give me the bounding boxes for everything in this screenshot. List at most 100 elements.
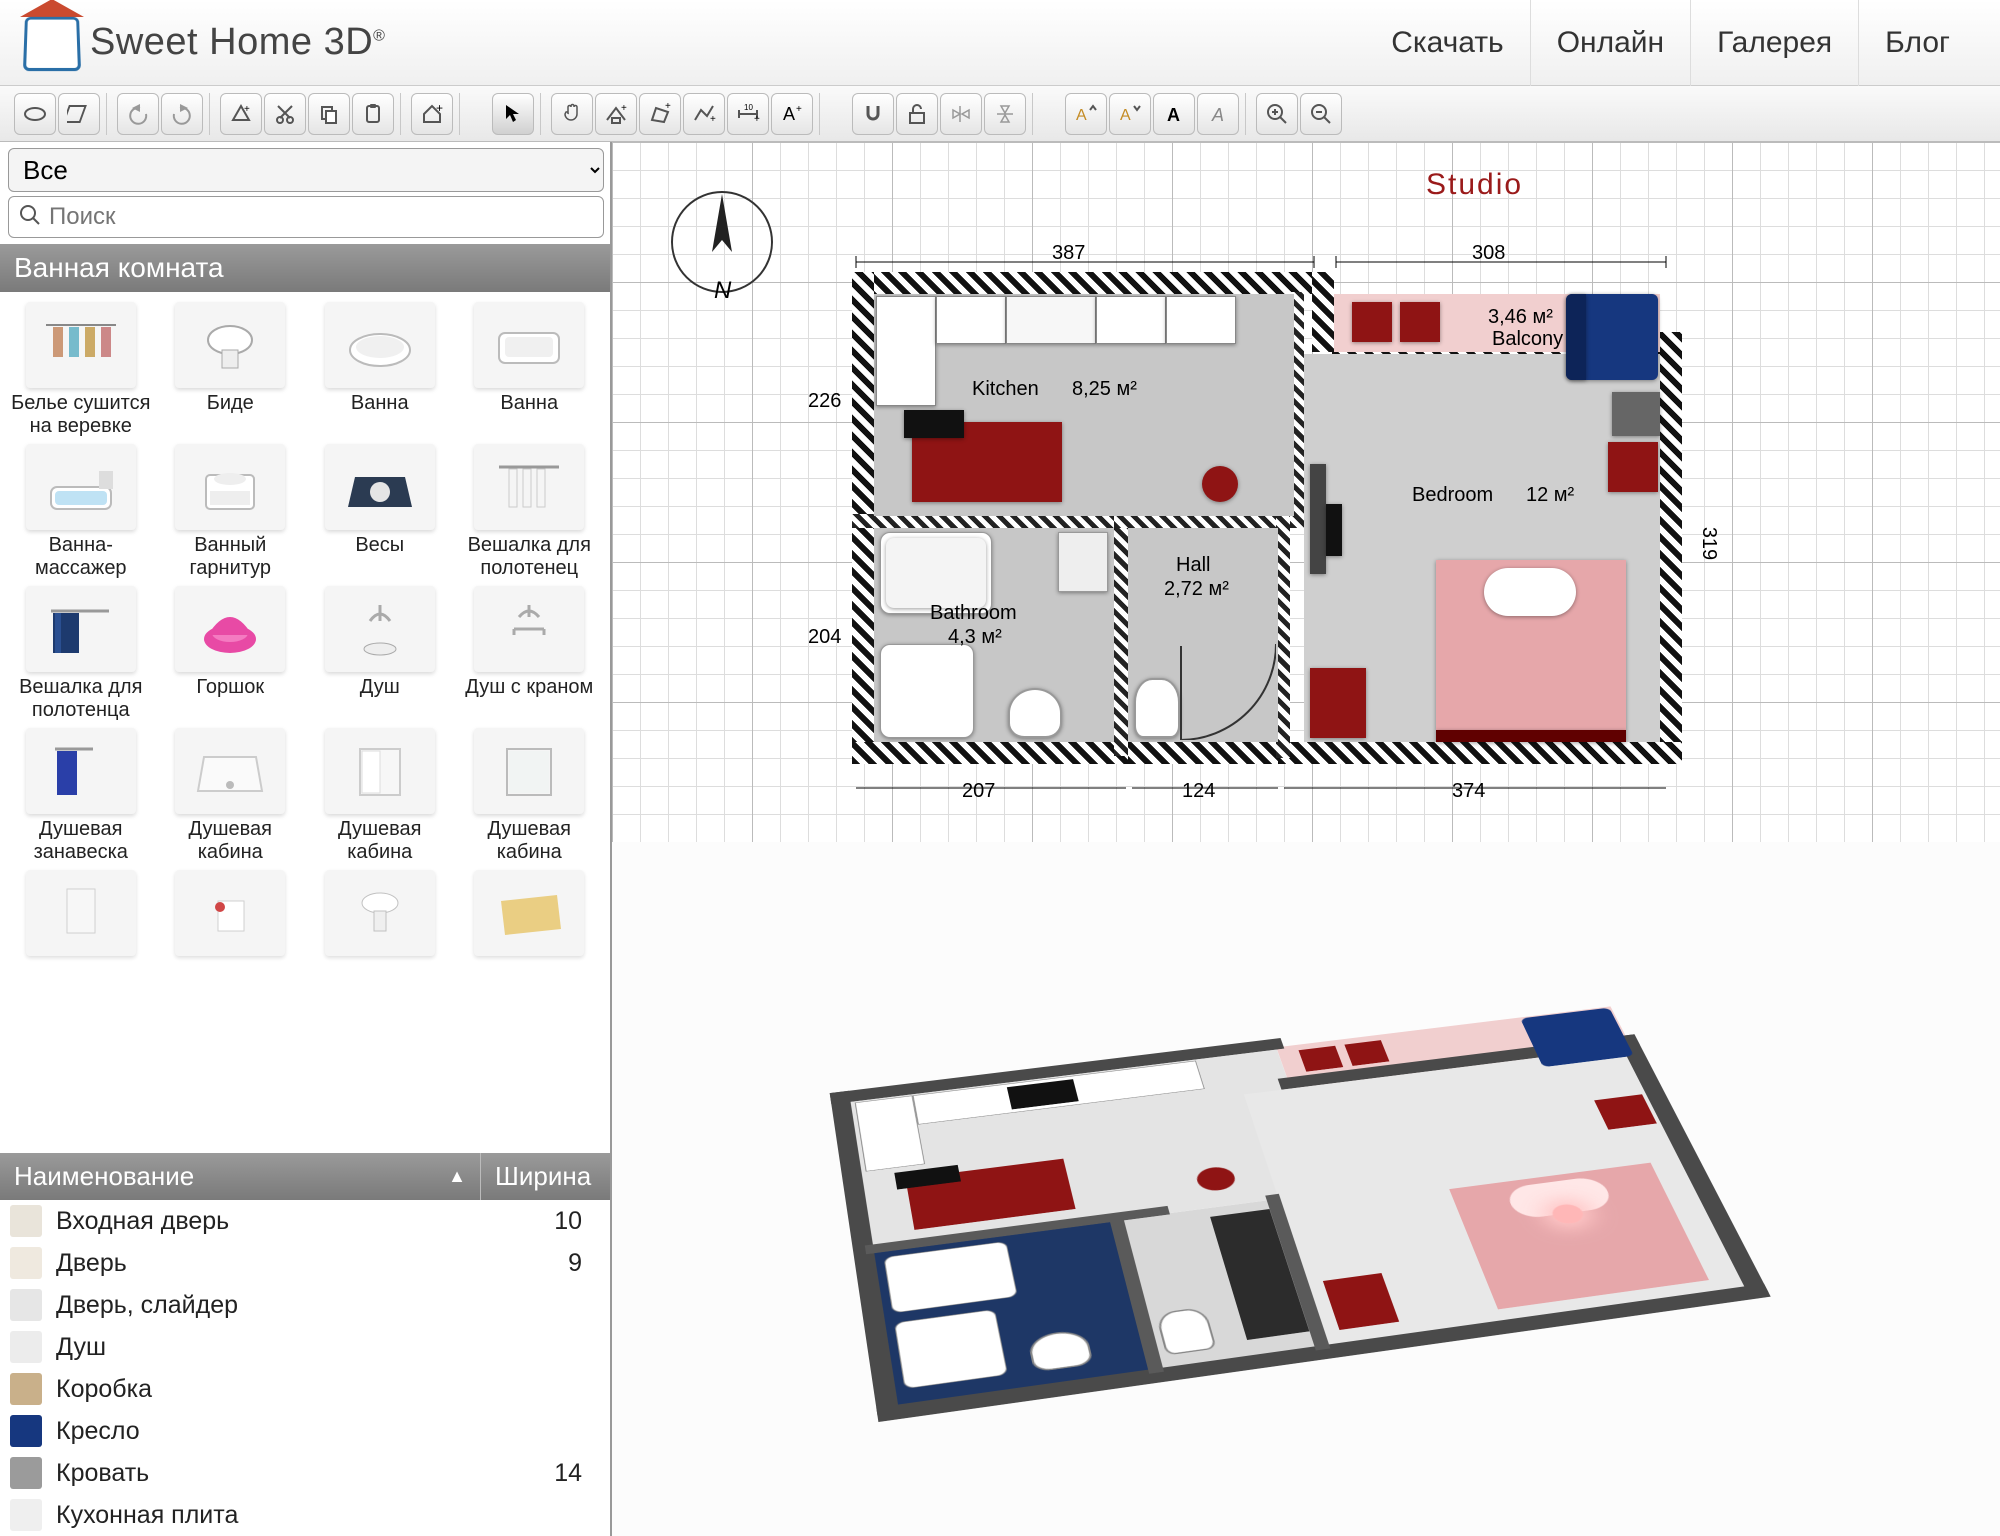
lock-base-plan-button[interactable] (896, 93, 938, 135)
nav-download[interactable]: Скачать (1365, 0, 1530, 86)
undo-button[interactable] (117, 93, 159, 135)
catalog-item[interactable]: Горшок (157, 586, 303, 722)
svg-text:A: A (1211, 105, 1224, 125)
catalog-label: Белье сушится на веревке (11, 392, 150, 437)
table-row[interactable]: Кухонная плита (0, 1494, 610, 1536)
snap-button[interactable] (852, 93, 894, 135)
dim-bottom-left: 207 (962, 780, 995, 803)
create-walls-tool[interactable]: + (595, 93, 637, 135)
catalog-label: Душевая кабина (487, 818, 571, 863)
italic-text-button[interactable]: A (1197, 93, 1239, 135)
catalog-item[interactable] (8, 870, 154, 960)
svg-text:N: N (714, 277, 732, 302)
search-input[interactable] (8, 196, 604, 238)
floor-plan[interactable]: Kitchen 8,25 м² 3,46 м² Balcony Bedroom … (852, 232, 1692, 772)
paste-button[interactable] (352, 93, 394, 135)
add-home-furniture-button[interactable]: + (411, 93, 453, 135)
create-polylines-tool[interactable]: + (683, 93, 725, 135)
plan-3d-view[interactable] (612, 842, 2000, 1536)
catalog-label: Вешалка для полотенец (468, 534, 591, 579)
category-select[interactable]: Все (8, 148, 604, 192)
table-row[interactable]: Кресло (0, 1410, 610, 1452)
catalog-item[interactable]: Душевая занавеска (8, 728, 154, 864)
open-file-button[interactable] (58, 93, 100, 135)
app-logo[interactable]: Sweet Home 3D® (24, 15, 385, 71)
catalog-item[interactable]: Душевая кабина (157, 728, 303, 864)
left-panel: Все Ванная комната Белье сушится на вере… (0, 142, 612, 1536)
flip-vertical-button[interactable] (984, 93, 1026, 135)
furniture-table-header: Наименование ▲ Ширина (0, 1153, 610, 1200)
catalog-item[interactable]: Душевая кабина (307, 728, 453, 864)
svg-text:A: A (1167, 105, 1180, 125)
dim-left-upper: 226 (808, 390, 841, 413)
svg-text:A: A (1120, 107, 1131, 124)
create-text-tool[interactable]: A+ (771, 93, 813, 135)
catalog-item[interactable]: Ванный гарнитур (157, 444, 303, 580)
catalog-item[interactable]: Вешалка для полотенца (8, 586, 154, 722)
table-row[interactable]: Дверь9 (0, 1242, 610, 1284)
nav-blog[interactable]: Блог (1858, 0, 1976, 86)
decrease-text-button[interactable]: A (1109, 93, 1151, 135)
nav-gallery[interactable]: Галерея (1690, 0, 1858, 86)
catalog-label: Душевая кабина (188, 818, 272, 863)
select-tool[interactable] (492, 93, 534, 135)
catalog-item[interactable]: Душевая кабина (456, 728, 602, 864)
zoom-in-button[interactable] (1256, 93, 1298, 135)
col-width-label[interactable]: Ширина (480, 1153, 610, 1200)
svg-text:+: + (244, 104, 250, 115)
catalog-item[interactable]: Вешалка для полотенец (456, 444, 602, 580)
increase-text-button[interactable]: A (1065, 93, 1107, 135)
catalog-label: Душевая кабина (338, 818, 422, 863)
table-row[interactable]: Входная дверь10 (0, 1200, 610, 1242)
catalog-item[interactable] (157, 870, 303, 960)
bold-text-button[interactable]: A (1153, 93, 1195, 135)
dim-top-left: 387 (1052, 242, 1085, 265)
dim-bottom-mid: 124 (1182, 780, 1215, 803)
dim-right: 319 (1697, 527, 1720, 560)
redo-button[interactable] (161, 93, 203, 135)
pan-tool[interactable] (551, 93, 593, 135)
dim-top-right: 308 (1472, 242, 1505, 265)
svg-text:+: + (665, 102, 671, 112)
table-row[interactable]: Коробка (0, 1368, 610, 1410)
catalog-item[interactable]: Весы (307, 444, 453, 580)
sort-icon[interactable]: ▲ (448, 1166, 466, 1187)
registered-mark: ® (373, 27, 385, 44)
new-file-button[interactable] (14, 93, 56, 135)
catalog-item[interactable] (307, 870, 453, 960)
table-row[interactable]: Кровать14 (0, 1452, 610, 1494)
catalog-item[interactable]: Ванна (456, 302, 602, 438)
catalog-label: Душевая занавеска (34, 818, 128, 863)
zoom-out-button[interactable] (1300, 93, 1342, 135)
catalog-item[interactable]: Белье сушится на веревке (8, 302, 154, 438)
catalog-item[interactable]: Душ с краном (456, 586, 602, 722)
plan-2d-view[interactable]: N Studio (612, 142, 2000, 842)
nav-online[interactable]: Онлайн (1530, 0, 1690, 86)
compass-icon: N (662, 182, 782, 302)
table-row[interactable]: Душ (0, 1326, 610, 1368)
cut-button[interactable] (264, 93, 306, 135)
catalog-item[interactable]: Душ (307, 586, 453, 722)
create-dimensions-tool[interactable]: 10+ (727, 93, 769, 135)
catalog-item[interactable]: Ванна-массажер (8, 444, 154, 580)
catalog-item[interactable]: Биде (157, 302, 303, 438)
dim-bottom-right: 374 (1452, 780, 1485, 803)
svg-text:+: + (710, 114, 716, 125)
catalog-item[interactable]: Ванна (307, 302, 453, 438)
catalog-label: Ванный гарнитур (189, 534, 271, 579)
catalog-label: Горшок (196, 676, 264, 698)
add-furniture-button[interactable]: + (220, 93, 262, 135)
svg-text:+: + (796, 104, 802, 115)
svg-text:10: 10 (744, 103, 753, 112)
svg-text:A: A (783, 104, 795, 124)
table-row[interactable]: Дверь, слайдер (0, 1284, 610, 1326)
app-title: Sweet Home 3D (90, 21, 373, 63)
col-name-label[interactable]: Наименование (14, 1161, 194, 1192)
svg-text:A: A (1076, 107, 1087, 124)
flip-horizontal-button[interactable] (940, 93, 982, 135)
create-rooms-tool[interactable]: + (639, 93, 681, 135)
catalog-label: Ванна (351, 392, 409, 414)
copy-button[interactable] (308, 93, 350, 135)
catalog-item[interactable] (456, 870, 602, 960)
catalog-label: Вешалка для полотенца (19, 676, 142, 721)
